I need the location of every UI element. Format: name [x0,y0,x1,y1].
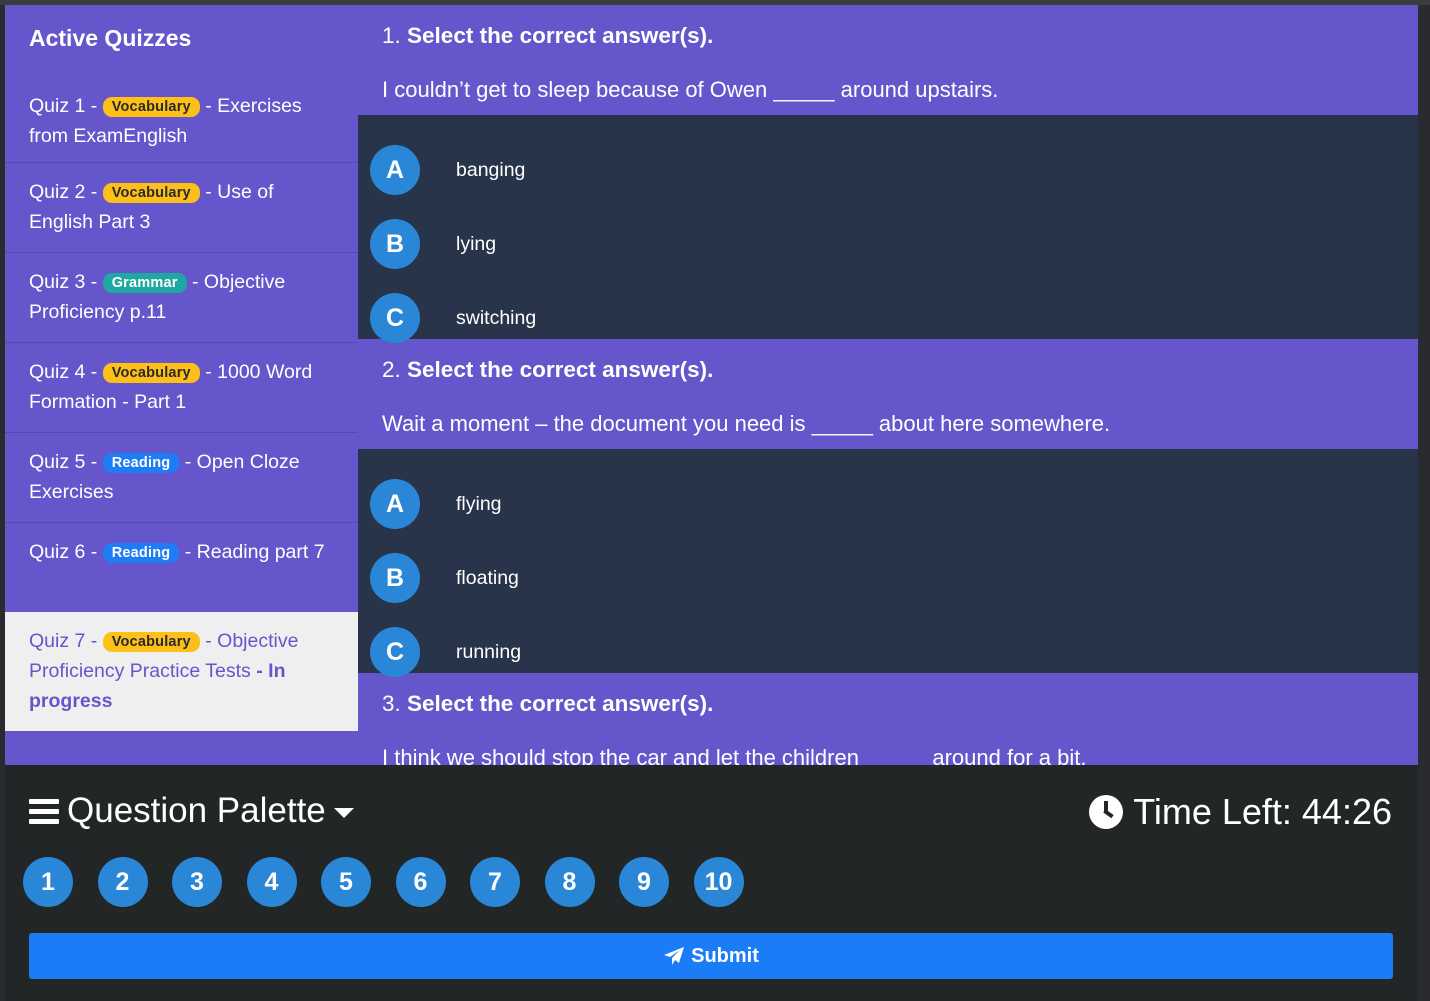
quiz-sidebar: Active Quizzes Quiz 1 - Vocabulary - Exe… [5,5,358,765]
question-text: Wait a moment – the document you need is… [382,411,1111,436]
option-b[interactable]: B lying [358,207,1418,281]
quiz-prefix: Quiz 4 - [29,361,98,383]
question-3-header: 3. Select the correct answer(s). I think… [358,673,1418,765]
category-badge: Vocabulary [102,97,200,117]
option-text[interactable]: switching [456,307,536,330]
question-instruction: Select the correct answer(s). [407,23,714,48]
option-a[interactable]: A banging [358,133,1418,207]
quiz-prefix: Quiz 3 - [29,271,98,293]
option-text[interactable]: floating [456,567,519,590]
category-badge: Reading [102,543,180,563]
question-instruction: Select the correct answer(s). [407,691,714,716]
palette-button-5[interactable]: 5 [321,857,371,907]
time-left-label: Time Left: 44:26 [1133,791,1392,832]
palette-button-1[interactable]: 1 [23,857,73,907]
question-instruction: Select the correct answer(s). [407,357,714,382]
category-badge: Vocabulary [102,183,200,203]
option-text[interactable]: running [456,641,521,664]
palette-toggle[interactable]: Question Palette [29,791,354,831]
sidebar-item-quiz-2[interactable]: Quiz 2 - Vocabulary - Use of English Par… [5,162,358,252]
sidebar-item-quiz-4[interactable]: Quiz 4 - Vocabulary - 1000 Word Formatio… [5,342,358,432]
quiz-prefix: Quiz 1 - [29,95,98,117]
clock-icon [1089,795,1124,829]
palette-buttons: 1 2 3 4 5 6 7 8 9 10 [23,857,768,907]
quiz-name: - Reading part 7 [184,541,325,563]
question-1-options: A banging B lying C switching [358,115,1418,343]
option-letter[interactable]: A [370,145,420,195]
palette-button-6[interactable]: 6 [395,857,446,907]
paper-plane-icon [664,947,685,965]
option-text[interactable]: banging [456,159,525,182]
question-1-header: 1. Select the correct answer(s). I could… [358,5,1418,115]
submit-button[interactable]: Submit [29,933,1393,979]
timer: Time Left: 44:26 [1089,791,1392,833]
sidebar-item-quiz-7[interactable]: Quiz 7 - Vocabulary - Objective Proficie… [5,612,358,731]
option-letter[interactable]: A [370,479,420,529]
question-number: 2. [382,357,401,382]
question-text: I couldn’t get to sleep because of Owen … [382,77,999,102]
hamburger-icon [29,797,59,825]
sidebar-item-quiz-6[interactable]: Quiz 6 - Reading - Reading part 7 [5,522,358,612]
sidebar-title: Active Quizzes [29,25,192,51]
category-badge: Reading [102,453,180,473]
quiz-prefix: Quiz 7 - [29,630,98,652]
option-text[interactable]: flying [456,493,502,516]
question-text: I think we should stop the car and let t… [382,745,1087,765]
question-title: 2. Select the correct answer(s). [382,355,1394,385]
question-number: 1. [382,23,401,48]
option-letter[interactable]: C [370,293,420,343]
question-2-options: A flying B floating C running [358,449,1418,677]
option-b[interactable]: B floating [358,541,1418,615]
option-a[interactable]: A flying [358,467,1418,541]
palette-button-2[interactable]: 2 [97,857,148,907]
quiz-prefix: Quiz 2 - [29,181,98,203]
question-list[interactable]: 1. Select the correct answer(s). I could… [358,5,1418,765]
quiz-prefix: Quiz 5 - [29,451,98,473]
option-letter[interactable]: C [370,627,420,677]
option-letter[interactable]: B [370,553,420,603]
palette-button-9[interactable]: 9 [619,857,669,907]
palette-button-3[interactable]: 3 [172,857,222,907]
sidebar-item-quiz-1[interactable]: Quiz 1 - Vocabulary - Exercises from Exa… [5,71,358,162]
category-badge: Vocabulary [102,632,200,652]
question-palette-panel: Question Palette Time Left: 44:26 1 2 3 … [5,765,1418,1001]
quiz-prefix: Quiz 6 - [29,541,98,563]
sidebar-item-quiz-5[interactable]: Quiz 5 - Reading - Open Cloze Exercises [5,432,358,522]
question-2-header: 2. Select the correct answer(s). Wait a … [358,339,1418,449]
palette-button-10[interactable]: 10 [693,857,744,907]
question-title: 1. Select the correct answer(s). [382,21,1394,51]
palette-button-8[interactable]: 8 [544,857,595,907]
sidebar-item-quiz-3[interactable]: Quiz 3 - Grammar - Objective Proficiency… [5,252,358,342]
category-badge: Grammar [102,273,187,293]
palette-button-4[interactable]: 4 [246,857,297,907]
option-letter[interactable]: B [370,219,420,269]
palette-title: Question Palette [67,791,326,830]
submit-label: Submit [691,944,759,967]
category-badge: Vocabulary [102,363,200,383]
question-title: 3. Select the correct answer(s). [382,689,1394,719]
question-number: 3. [382,691,401,716]
palette-button-7[interactable]: 7 [470,857,520,907]
option-text[interactable]: lying [456,233,496,256]
caret-down-icon [333,808,354,818]
